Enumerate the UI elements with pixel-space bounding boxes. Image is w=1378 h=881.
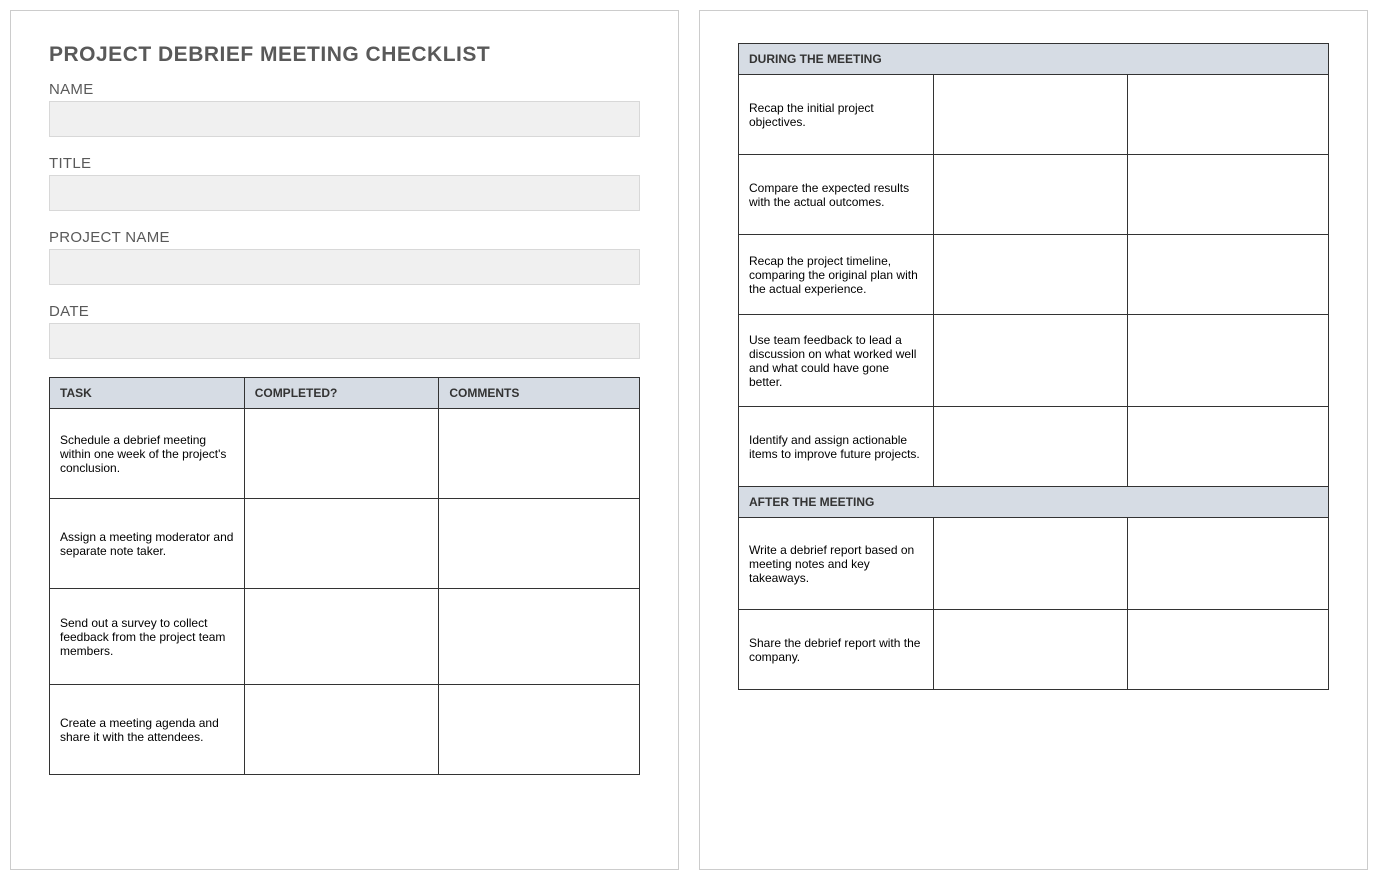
title-field-group: TITLE <box>49 155 640 211</box>
page-title: PROJECT DEBRIEF MEETING CHECKLIST <box>49 43 640 67</box>
table-row: Use team feedback to lead a discussion o… <box>739 315 1329 407</box>
task-cell: Schedule a debrief meeting within one we… <box>50 409 245 499</box>
task-cell: Compare the expected results with the ac… <box>739 155 934 235</box>
completed-cell[interactable] <box>244 499 439 589</box>
section-header-during: DURING THE MEETING <box>739 44 1329 75</box>
task-cell: Share the debrief report with the compan… <box>739 610 934 690</box>
completed-cell[interactable] <box>933 155 1128 235</box>
comments-cell[interactable] <box>1128 235 1329 315</box>
task-cell: Create a meeting agenda and share it wit… <box>50 685 245 775</box>
completed-cell[interactable] <box>933 315 1128 407</box>
project-name-input[interactable] <box>49 249 640 285</box>
project-name-label: PROJECT NAME <box>49 229 640 246</box>
table-row: Compare the expected results with the ac… <box>739 155 1329 235</box>
task-cell: Assign a meeting moderator and separate … <box>50 499 245 589</box>
table-row: Schedule a debrief meeting within one we… <box>50 409 640 499</box>
table-row: Identify and assign actionable items to … <box>739 407 1329 487</box>
task-cell: Write a debrief report based on meeting … <box>739 518 934 610</box>
completed-cell[interactable] <box>244 589 439 685</box>
checklist-table-page2: DURING THE MEETING Recap the initial pro… <box>738 43 1329 690</box>
comments-cell[interactable] <box>439 685 640 775</box>
checklist-table-page1: TASK COMPLETED? COMMENTS Schedule a debr… <box>49 377 640 775</box>
comments-cell[interactable] <box>439 589 640 685</box>
table-row: Send out a survey to collect feedback fr… <box>50 589 640 685</box>
comments-cell[interactable] <box>1128 315 1329 407</box>
document-page-2: DURING THE MEETING Recap the initial pro… <box>699 10 1368 870</box>
date-input[interactable] <box>49 323 640 359</box>
table-row: Create a meeting agenda and share it wit… <box>50 685 640 775</box>
name-input[interactable] <box>49 101 640 137</box>
completed-cell[interactable] <box>244 685 439 775</box>
header-completed: COMPLETED? <box>244 378 439 409</box>
section-title: DURING THE MEETING <box>739 44 1329 75</box>
completed-cell[interactable] <box>933 518 1128 610</box>
completed-cell[interactable] <box>933 407 1128 487</box>
date-label: DATE <box>49 303 640 320</box>
table-header-row: TASK COMPLETED? COMMENTS <box>50 378 640 409</box>
section-header-after: AFTER THE MEETING <box>739 487 1329 518</box>
comments-cell[interactable] <box>439 499 640 589</box>
completed-cell[interactable] <box>933 235 1128 315</box>
name-field-group: NAME <box>49 81 640 137</box>
comments-cell[interactable] <box>1128 75 1329 155</box>
comments-cell[interactable] <box>439 409 640 499</box>
date-field-group: DATE <box>49 303 640 359</box>
table-row: Recap the project timeline, comparing th… <box>739 235 1329 315</box>
table-row: Share the debrief report with the compan… <box>739 610 1329 690</box>
document-page-1: PROJECT DEBRIEF MEETING CHECKLIST NAME T… <box>10 10 679 870</box>
task-cell: Recap the initial project objectives. <box>739 75 934 155</box>
project-name-field-group: PROJECT NAME <box>49 229 640 285</box>
header-comments: COMMENTS <box>439 378 640 409</box>
comments-cell[interactable] <box>1128 155 1329 235</box>
completed-cell[interactable] <box>933 75 1128 155</box>
title-input[interactable] <box>49 175 640 211</box>
task-cell: Send out a survey to collect feedback fr… <box>50 589 245 685</box>
table-row: Write a debrief report based on meeting … <box>739 518 1329 610</box>
comments-cell[interactable] <box>1128 407 1329 487</box>
table-row: Assign a meeting moderator and separate … <box>50 499 640 589</box>
comments-cell[interactable] <box>1128 518 1329 610</box>
comments-cell[interactable] <box>1128 610 1329 690</box>
task-cell: Use team feedback to lead a discussion o… <box>739 315 934 407</box>
task-cell: Identify and assign actionable items to … <box>739 407 934 487</box>
section-title: AFTER THE MEETING <box>739 487 1329 518</box>
completed-cell[interactable] <box>244 409 439 499</box>
title-label: TITLE <box>49 155 640 172</box>
task-cell: Recap the project timeline, comparing th… <box>739 235 934 315</box>
header-task: TASK <box>50 378 245 409</box>
table-row: Recap the initial project objectives. <box>739 75 1329 155</box>
completed-cell[interactable] <box>933 610 1128 690</box>
name-label: NAME <box>49 81 640 98</box>
